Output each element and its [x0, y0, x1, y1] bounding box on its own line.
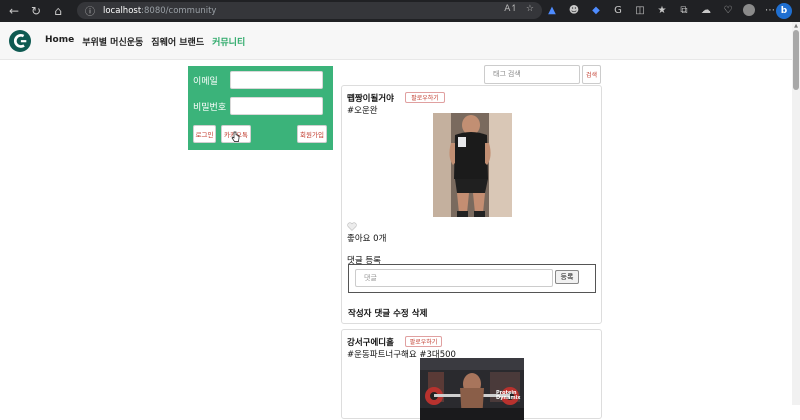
- email-field[interactable]: [230, 71, 323, 89]
- post-author[interactable]: 뗍짱이될거야: [347, 92, 394, 104]
- password-field[interactable]: [230, 97, 323, 115]
- site-header: Home 부위별 머신운동 짐웨어 브랜드 커뮤니티: [0, 22, 792, 60]
- follow-button[interactable]: 팔로우하기: [405, 336, 442, 347]
- collections-icon[interactable]: ⧉: [677, 3, 691, 17]
- post-comment-button[interactable]: 댓글: [374, 307, 390, 319]
- nav-gymwear-brand[interactable]: 짐웨어 브랜드: [151, 35, 204, 48]
- tag-search-button[interactable]: 검색: [582, 65, 601, 84]
- extension-g-icon[interactable]: G: [611, 3, 625, 17]
- browser-toolbar: ← ↻ ⌂ ⓘ localhost:8080/community A↿ ☆ ▲ …: [0, 0, 800, 22]
- scroll-thumb[interactable]: [793, 30, 799, 90]
- image-caption: Protein Dynamix: [496, 390, 521, 401]
- follow-button[interactable]: 팔로우하기: [405, 92, 445, 103]
- scroll-up-arrow-icon[interactable]: ▲: [793, 23, 799, 29]
- post-actions: 작성자 댓글 수정 삭제: [348, 307, 427, 319]
- comment-submit-button[interactable]: 등록: [555, 270, 579, 284]
- extensions-icon[interactable]: ☁: [699, 3, 713, 17]
- post-tags[interactable]: #오운완: [347, 104, 378, 116]
- site-info-icon[interactable]: ⓘ: [85, 3, 97, 18]
- login-panel: 이메일 비밀번호 로그인 카카오톡 회원가입: [188, 66, 333, 150]
- tag-search-input[interactable]: [484, 65, 580, 84]
- nav-home[interactable]: Home: [45, 35, 74, 48]
- signup-button[interactable]: 회원가입: [297, 125, 327, 143]
- like-count: 좋아요 0개: [347, 234, 387, 244]
- back-arrow-icon[interactable]: ←: [6, 3, 22, 19]
- login-button[interactable]: 로그인: [193, 125, 216, 143]
- address-bar[interactable]: ⓘ localhost:8080/community A↿ ☆: [77, 2, 542, 19]
- post-edit-button[interactable]: 수정: [393, 307, 409, 319]
- more-menu-icon[interactable]: ⋯: [763, 3, 777, 17]
- main-nav: Home 부위별 머신운동 짐웨어 브랜드 커뮤니티: [45, 35, 245, 48]
- profile-avatar[interactable]: [743, 4, 755, 16]
- extension-face-icon[interactable]: ☻: [567, 3, 581, 17]
- page-scrollbar[interactable]: ▲: [792, 22, 800, 405]
- favorite-star-icon[interactable]: ☆: [526, 4, 534, 14]
- extension-shield-icon[interactable]: ▲: [545, 3, 559, 17]
- post-card: 뗍짱이될거야 팔로우하기 #오운완 좋아요 0개 댓글 등록 등록 작성자: [341, 85, 602, 324]
- split-screen-icon[interactable]: ◫: [633, 3, 647, 17]
- comment-form: 등록: [348, 264, 596, 293]
- post-card: 강서구에디홀 팔로우하기 #운동파트너구해요 #3대500 Protein Dy…: [341, 329, 602, 420]
- password-label: 비밀번호: [193, 102, 227, 113]
- email-row: 이메일: [193, 71, 323, 89]
- password-row: 비밀번호: [193, 97, 323, 115]
- favorites-icon[interactable]: ★: [655, 3, 669, 17]
- post-delete-button[interactable]: 삭제: [412, 307, 428, 319]
- post-author[interactable]: 강서구에디홀: [347, 336, 394, 348]
- like-heart-icon[interactable]: [347, 222, 357, 231]
- post-author-label: 작성자: [348, 309, 372, 319]
- home-icon[interactable]: ⌂: [50, 3, 66, 19]
- post-image[interactable]: Protein Dynamix: [420, 358, 524, 420]
- extension-diamond-icon[interactable]: ◆: [589, 3, 603, 17]
- browser-essentials-icon[interactable]: ♡: [721, 3, 735, 17]
- reload-icon[interactable]: ↻: [28, 3, 44, 19]
- copilot-icon[interactable]: b: [776, 3, 792, 19]
- post-image[interactable]: [433, 113, 512, 217]
- nav-machine-workout[interactable]: 부위별 머신운동: [82, 35, 143, 48]
- read-aloud-icon[interactable]: A↿: [504, 4, 518, 14]
- mouse-cursor-icon: [231, 131, 240, 142]
- site-logo-icon[interactable]: [9, 30, 31, 52]
- comment-input[interactable]: [355, 269, 553, 287]
- email-label: 이메일: [193, 76, 218, 87]
- url-text: localhost:8080/community: [103, 5, 217, 16]
- nav-community[interactable]: 커뮤니티: [212, 35, 245, 48]
